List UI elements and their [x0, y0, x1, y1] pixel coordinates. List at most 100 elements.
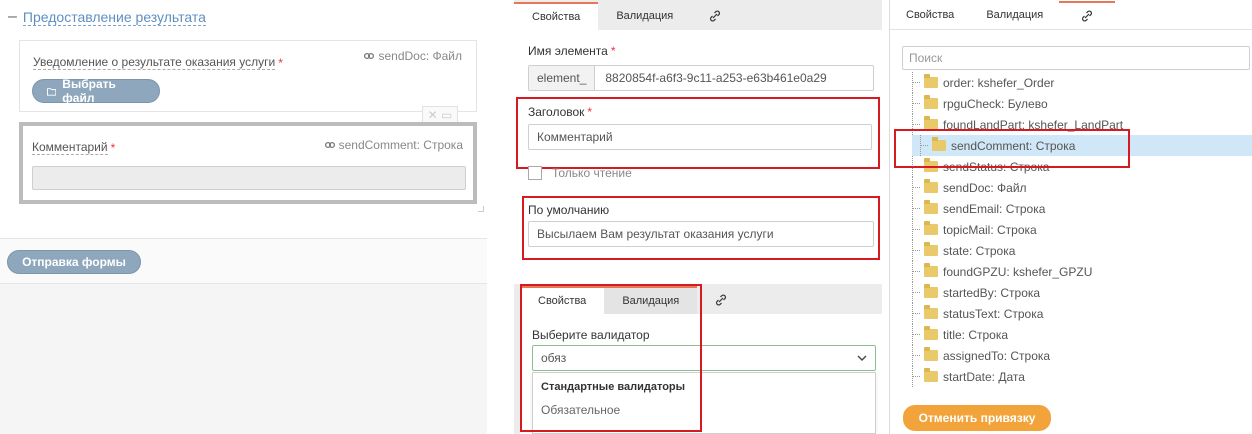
header-input[interactable]: Комментарий [528, 124, 872, 150]
tree-item-label: topicMail: Строка [943, 222, 1037, 237]
folder-icon [924, 95, 938, 109]
tree-item[interactable]: foundGPZU: kshefer_GPZU [904, 261, 1252, 282]
choose-file-button[interactable]: Выбрать файл [32, 77, 160, 105]
binding-panel: Свойства Валидация Поиск order: kshefer_… [889, 0, 1252, 434]
tab-properties[interactable]: Свойства [514, 2, 599, 30]
unbind-button[interactable]: Отменить привязку [903, 405, 1051, 431]
tree-item[interactable]: order: kshefer_Order [904, 72, 1252, 93]
folder-icon [924, 242, 938, 256]
tree-item[interactable]: topicMail: Строка [904, 219, 1252, 240]
notification-binding-text: sendDoc: Файл [378, 49, 462, 63]
required-mark: * [110, 140, 116, 155]
field-tree: order: kshefer_Order rpguCheck: Булево fou… [904, 72, 1252, 402]
search-input[interactable]: Поиск [902, 46, 1250, 70]
validator-panel: Свойства Валидация Выберите валидатор об… [520, 284, 882, 434]
tree-item[interactable]: startDate: Дата [904, 366, 1252, 387]
required-mark: * [278, 55, 283, 70]
tree-item-label: sendDoc: Файл [943, 180, 1027, 195]
notification-field-label: Уведомление о результате оказания услуги [33, 55, 276, 70]
tree-item-label: startedBy: Строка [943, 285, 1041, 300]
tree-connector [904, 303, 922, 324]
tree-connector [904, 240, 922, 261]
tab-binding[interactable] [691, 2, 739, 30]
readonly-checkbox[interactable] [528, 166, 542, 180]
folder-icon [924, 284, 938, 298]
link-icon [716, 294, 727, 306]
tree-item[interactable]: sendEmail: Строка [904, 198, 1252, 219]
link-icon [710, 10, 721, 22]
tab-validation[interactable]: Валидация [598, 2, 691, 30]
link-icon [364, 52, 375, 60]
validator-tab-binding[interactable] [697, 286, 745, 314]
right-tab-binding[interactable] [1059, 1, 1116, 29]
form-preview-panel: – Предоставление результата Уведомление … [0, 0, 487, 434]
right-tab-validation[interactable]: Валидация [970, 1, 1059, 29]
tree-item[interactable]: startedBy: Строка [904, 282, 1252, 303]
tree-item[interactable]: statusText: Строка [904, 303, 1252, 324]
section-header[interactable]: – Предоставление результата [8, 6, 206, 28]
required-mark: * [610, 44, 616, 58]
folder-icon [924, 74, 938, 88]
default-label: По умолчанию [528, 203, 610, 217]
properties-tabs: Свойства Валидация [514, 0, 882, 30]
collapse-dash-icon[interactable]: – [8, 8, 17, 26]
tree-item[interactable]: sendDoc: Файл [904, 177, 1252, 198]
resize-handle[interactable] [478, 206, 484, 212]
right-tab-properties[interactable]: Свойства [890, 1, 970, 29]
folder-icon [924, 305, 938, 319]
folder-icon [924, 179, 938, 193]
chevron-down-icon [857, 355, 867, 361]
tree-item[interactable]: state: Строка [904, 240, 1252, 261]
submit-form-button[interactable]: Отправка формы [7, 250, 141, 274]
tree-connector [904, 219, 922, 240]
tree-item-label: order: kshefer_Order [943, 75, 1055, 90]
properties-panel: Свойства Валидация Имя элемента * element… [514, 0, 882, 434]
tree-connector [904, 72, 922, 93]
folder-icon [924, 347, 938, 361]
folder-icon [924, 326, 938, 340]
tree-item-label: assignedTo: Строка [943, 348, 1051, 363]
binding-tabs: Свойства Валидация [890, 0, 1252, 30]
default-input[interactable]: Высылаем Вам результат оказания услуги [528, 221, 874, 247]
tree-connector [904, 366, 922, 387]
folder-icon [924, 368, 938, 382]
tree-item-label: startDate: Дата [943, 369, 1025, 384]
tree-connector [904, 282, 922, 303]
tree-item-label: rpguCheck: Булево [943, 96, 1048, 111]
tree-connector [904, 93, 922, 114]
notification-binding-tag: sendDoc: Файл [363, 49, 462, 63]
form-submit-area: Отправка формы [0, 238, 487, 284]
header-label-text: Заголовок [528, 105, 585, 119]
folder-icon [924, 221, 938, 235]
link-icon [1082, 10, 1093, 22]
section-title: Предоставление результата [22, 8, 206, 26]
link-icon [324, 141, 335, 149]
tree-item[interactable]: assignedTo: Строка [904, 345, 1252, 366]
search-placeholder: Поиск [909, 51, 943, 65]
choose-file-label: Выбрать файл [62, 77, 116, 105]
folder-icon [924, 200, 938, 214]
comment-field-card[interactable]: Комментарий * sendComment: Строка [19, 122, 477, 204]
tree-highlight-box [894, 129, 1130, 168]
element-prefix: element_ [529, 66, 596, 90]
tree-item-label: state: Строка [943, 243, 1016, 258]
folder-icon [47, 87, 57, 96]
notification-field-card[interactable]: Уведомление о результате оказания услуги… [19, 40, 477, 112]
element-name-input[interactable]: element_ 8820854f-a6f3-9c11-a253-e63b461… [528, 65, 874, 91]
tree-item-label: title: Строка [943, 327, 1009, 342]
comment-field-label: Комментарий [32, 140, 108, 155]
comment-input[interactable] [32, 166, 466, 190]
tree-item[interactable]: title: Строка [904, 324, 1252, 345]
tree-connector [904, 324, 922, 345]
tree-item-label: statusText: Строка [943, 306, 1044, 321]
unbind-label: Отменить привязку [918, 411, 1036, 425]
tree-connector [904, 177, 922, 198]
submit-form-label: Отправка формы [22, 255, 126, 269]
readonly-row[interactable]: Только чтение [528, 166, 632, 180]
tree-connector [904, 261, 922, 282]
comment-binding-text: sendComment: Строка [338, 138, 463, 152]
validator-highlight-box [520, 284, 702, 432]
blank-canvas-area [0, 284, 487, 434]
tree-connector [904, 198, 922, 219]
tree-item[interactable]: rpguCheck: Булево [904, 93, 1252, 114]
